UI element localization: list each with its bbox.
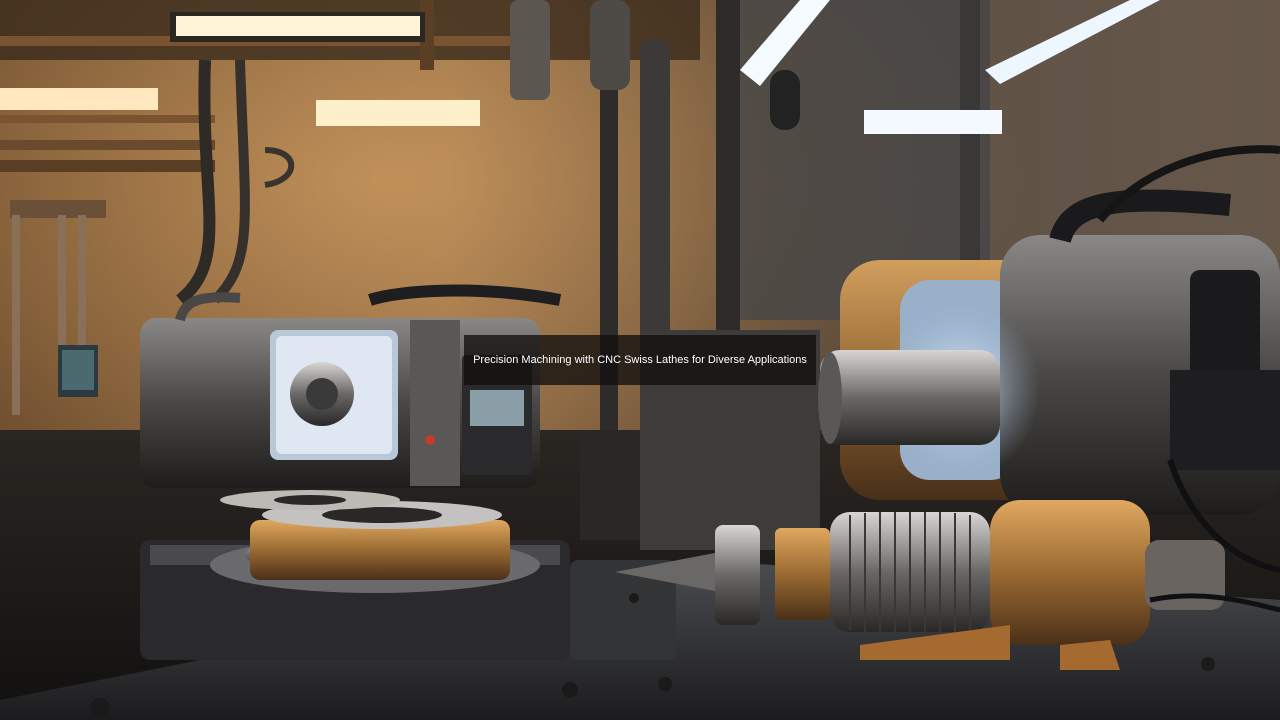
image-caption: Precision Machining with CNC Swiss Lathe… [464, 335, 816, 385]
